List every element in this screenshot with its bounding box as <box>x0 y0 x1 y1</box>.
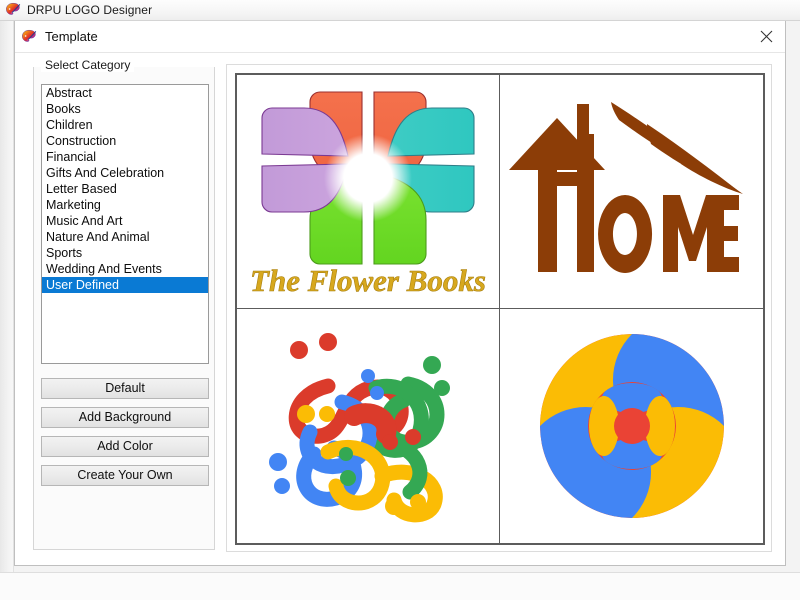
list-item-abstract[interactable]: Abstract <box>42 85 208 101</box>
close-button[interactable] <box>751 24 781 48</box>
list-item-marketing[interactable]: Marketing <box>42 197 208 213</box>
list-item-sports[interactable]: Sports <box>42 245 208 261</box>
dialog-titlebar: Template <box>15 21 785 52</box>
flower-books-logo: The Flower Books <box>250 90 486 298</box>
template-preview-panel: The Flower Books <box>235 73 765 545</box>
knot-dot <box>319 333 337 351</box>
template-tile-home[interactable] <box>500 75 763 309</box>
knot-dot <box>434 380 450 396</box>
create-your-own-button[interactable]: Create Your Own <box>41 465 209 486</box>
window-statusbar <box>0 572 800 600</box>
dialog-title: Template <box>45 29 98 44</box>
knot-dot <box>319 406 335 422</box>
knot-dot <box>297 405 315 423</box>
knot-dot <box>410 494 426 510</box>
list-item-children[interactable]: Children <box>42 117 208 133</box>
mandala-circle-logo <box>539 334 724 518</box>
knot-dot <box>269 453 287 471</box>
list-item-books[interactable]: Books <box>42 101 208 117</box>
celtic-knot-logo <box>269 333 450 523</box>
list-item-nature-and-animal[interactable]: Nature And Animal <box>42 229 208 245</box>
knot-dot <box>385 497 403 515</box>
list-item-financial[interactable]: Financial <box>42 149 208 165</box>
knot-dot <box>340 470 356 486</box>
list-item-construction[interactable]: Construction <box>42 133 208 149</box>
list-item-letter-based[interactable]: Letter Based <box>42 181 208 197</box>
knot-dot <box>423 356 441 374</box>
select-category-label: Select Category <box>41 58 135 72</box>
template-tile-knot[interactable] <box>237 309 500 543</box>
close-icon <box>760 30 772 42</box>
template-dialog: Template Select Category Abstract Books … <box>14 21 786 566</box>
knot-dot <box>405 429 421 445</box>
template-tile-flower-books[interactable]: The Flower Books <box>237 75 500 309</box>
category-listbox[interactable]: Abstract Books Children Construction Fin… <box>41 84 209 364</box>
list-item-gifts-and-celebration[interactable]: Gifts And Celebration <box>42 165 208 181</box>
knot-dot <box>370 386 384 400</box>
add-background-button[interactable]: Add Background <box>41 407 209 428</box>
application-window: DRPU LOGO Designer Template Select Categ… <box>0 0 800 600</box>
template-grid: The Flower Books <box>237 75 763 543</box>
template-tile-mandala[interactable] <box>500 309 763 543</box>
palette-brush-icon <box>21 29 37 45</box>
list-item-music-and-art[interactable]: Music And Art <box>42 213 208 229</box>
dialog-content: Select Category Abstract Books Children … <box>15 52 785 564</box>
window-left-edge <box>0 21 14 600</box>
window-titlebar: DRPU LOGO Designer <box>0 0 800 21</box>
add-color-button[interactable]: Add Color <box>41 436 209 457</box>
palette-brush-icon <box>5 2 21 18</box>
default-button[interactable]: Default <box>41 378 209 399</box>
window-title: DRPU LOGO Designer <box>27 3 153 17</box>
list-item-user-defined[interactable]: User Defined <box>42 277 208 293</box>
knot-dot <box>361 369 375 383</box>
knot-dot <box>382 434 398 450</box>
list-item-wedding-and-events[interactable]: Wedding And Events <box>42 261 208 277</box>
flower-books-caption: The Flower Books <box>250 263 486 298</box>
knot-dot <box>274 478 290 494</box>
home-logo <box>508 101 743 273</box>
knot-dot <box>339 447 353 461</box>
knot-dot <box>290 341 308 359</box>
